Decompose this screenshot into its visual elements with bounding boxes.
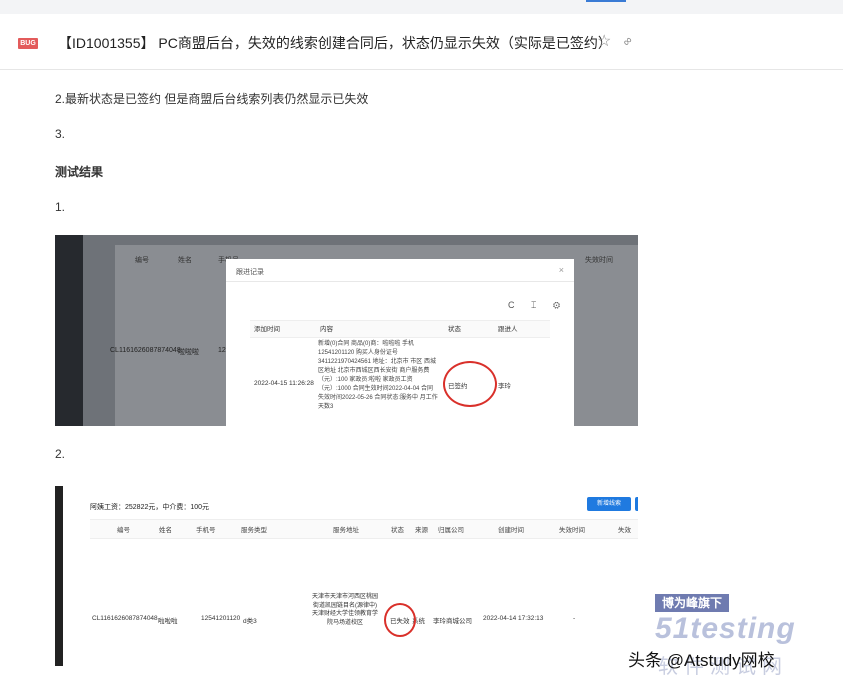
- summary-text: 阿姨工资：252822元，中介费：100元: [90, 504, 210, 511]
- row-created: 2022-04-14 17:32:13: [483, 615, 544, 622]
- row-phone: 12541201120: [201, 615, 241, 622]
- watermark-badge: 博为峰旗下: [655, 594, 729, 612]
- issue-header: BUG 【ID1001355】 PC商盟后台，失效的线索创建合同后，状态仍显示失…: [0, 14, 843, 70]
- column-header: 内容: [320, 326, 333, 333]
- table-header: 失效: [618, 527, 631, 534]
- highlight-circle: [443, 361, 497, 407]
- issue-title: 【ID1001355】 PC商盟后台，失效的线索创建合同后，状态仍显示失效（实际…: [58, 35, 612, 51]
- row-name: 啦啦啦: [178, 349, 199, 356]
- row-name: 啦啦啦: [158, 618, 178, 625]
- table-header: 失效时间: [559, 527, 585, 534]
- table-header: 来源: [415, 527, 428, 534]
- close-icon[interactable]: ×: [559, 265, 564, 275]
- active-tab-indicator: [586, 0, 626, 2]
- screenshot-1: 编号 姓名 手机号 失效时间 CL1161626087874048 啦啦啦 12…: [55, 235, 638, 426]
- sidebar-dark: [55, 235, 83, 426]
- column-header: 添加时间: [254, 326, 280, 333]
- table-header-row: [90, 519, 638, 539]
- link-icon[interactable]: ∞: [619, 33, 635, 49]
- record-follower: 李玲: [498, 383, 511, 390]
- row-phone: 12: [218, 347, 226, 354]
- table-header: 姓名: [178, 257, 192, 264]
- row-id: CL1161626087874048: [92, 615, 158, 622]
- table-header: 编号: [117, 527, 130, 534]
- section-title: 测试结果: [55, 165, 104, 179]
- watermark-brand: 51testing: [655, 612, 796, 645]
- toolbar-icons[interactable]: C ⌶ ⚙: [508, 300, 567, 311]
- bug-tag: BUG: [18, 38, 38, 49]
- table-header: 创建时间: [498, 527, 524, 534]
- table-header: 状态: [391, 527, 404, 534]
- dialog-title: 跟进记录: [236, 269, 264, 276]
- divider: [226, 281, 574, 282]
- table-header: 服务类型: [241, 527, 267, 534]
- description-line-1: 2.最新状态是已签约 但是商盟后台线索列表仍然显示已失效: [55, 92, 369, 106]
- table-header: 手机号: [196, 527, 216, 534]
- follow-up-dialog: 跟进记录 × C ⌶ ⚙ 添加时间 内容 状态 跟进人 2022-04-15 1…: [226, 259, 574, 426]
- table-header: 编号: [135, 257, 149, 264]
- description-line-2: 3.: [55, 127, 66, 141]
- add-lead-button[interactable]: 新增线索: [587, 497, 631, 511]
- record-time: 2022-04-15 11:26:28: [254, 380, 314, 387]
- row-expire: -: [573, 615, 576, 622]
- table-header: 姓名: [159, 527, 172, 534]
- result-item-1: 1.: [55, 200, 66, 214]
- table-header: 失效时间: [585, 257, 613, 264]
- credit-text: 头条 @Atstudy网校: [628, 651, 775, 670]
- result-item-2: 2.: [55, 447, 66, 461]
- table-header: 服务地址: [333, 527, 359, 534]
- column-header: 跟进人: [498, 326, 518, 333]
- record-content: 新增(0)合同 商品(0)商：啦啦啦 手机12541201120 购买人身份证号…: [318, 341, 438, 410]
- screenshot-2: 阿姨工资：252822元，中介费：100元 新增线索 编号 姓名 手机号 服务类…: [55, 486, 638, 666]
- more-button[interactable]: [635, 497, 638, 511]
- row-address: 天津市天津市河西区桃园街道凯园链目名(源律中)天津财经大学佳领教育学院马场道校区: [311, 594, 378, 626]
- highlight-circle: [384, 603, 416, 637]
- table-header: 归属公司: [438, 527, 464, 534]
- star-icon[interactable]: ☆: [597, 31, 611, 51]
- row-id: CL1161626087874048: [110, 347, 181, 354]
- row-type: d类3: [243, 618, 257, 625]
- column-header: 状态: [448, 326, 461, 333]
- row-company: 李玲商城公司: [433, 618, 472, 625]
- top-bar: [0, 0, 843, 14]
